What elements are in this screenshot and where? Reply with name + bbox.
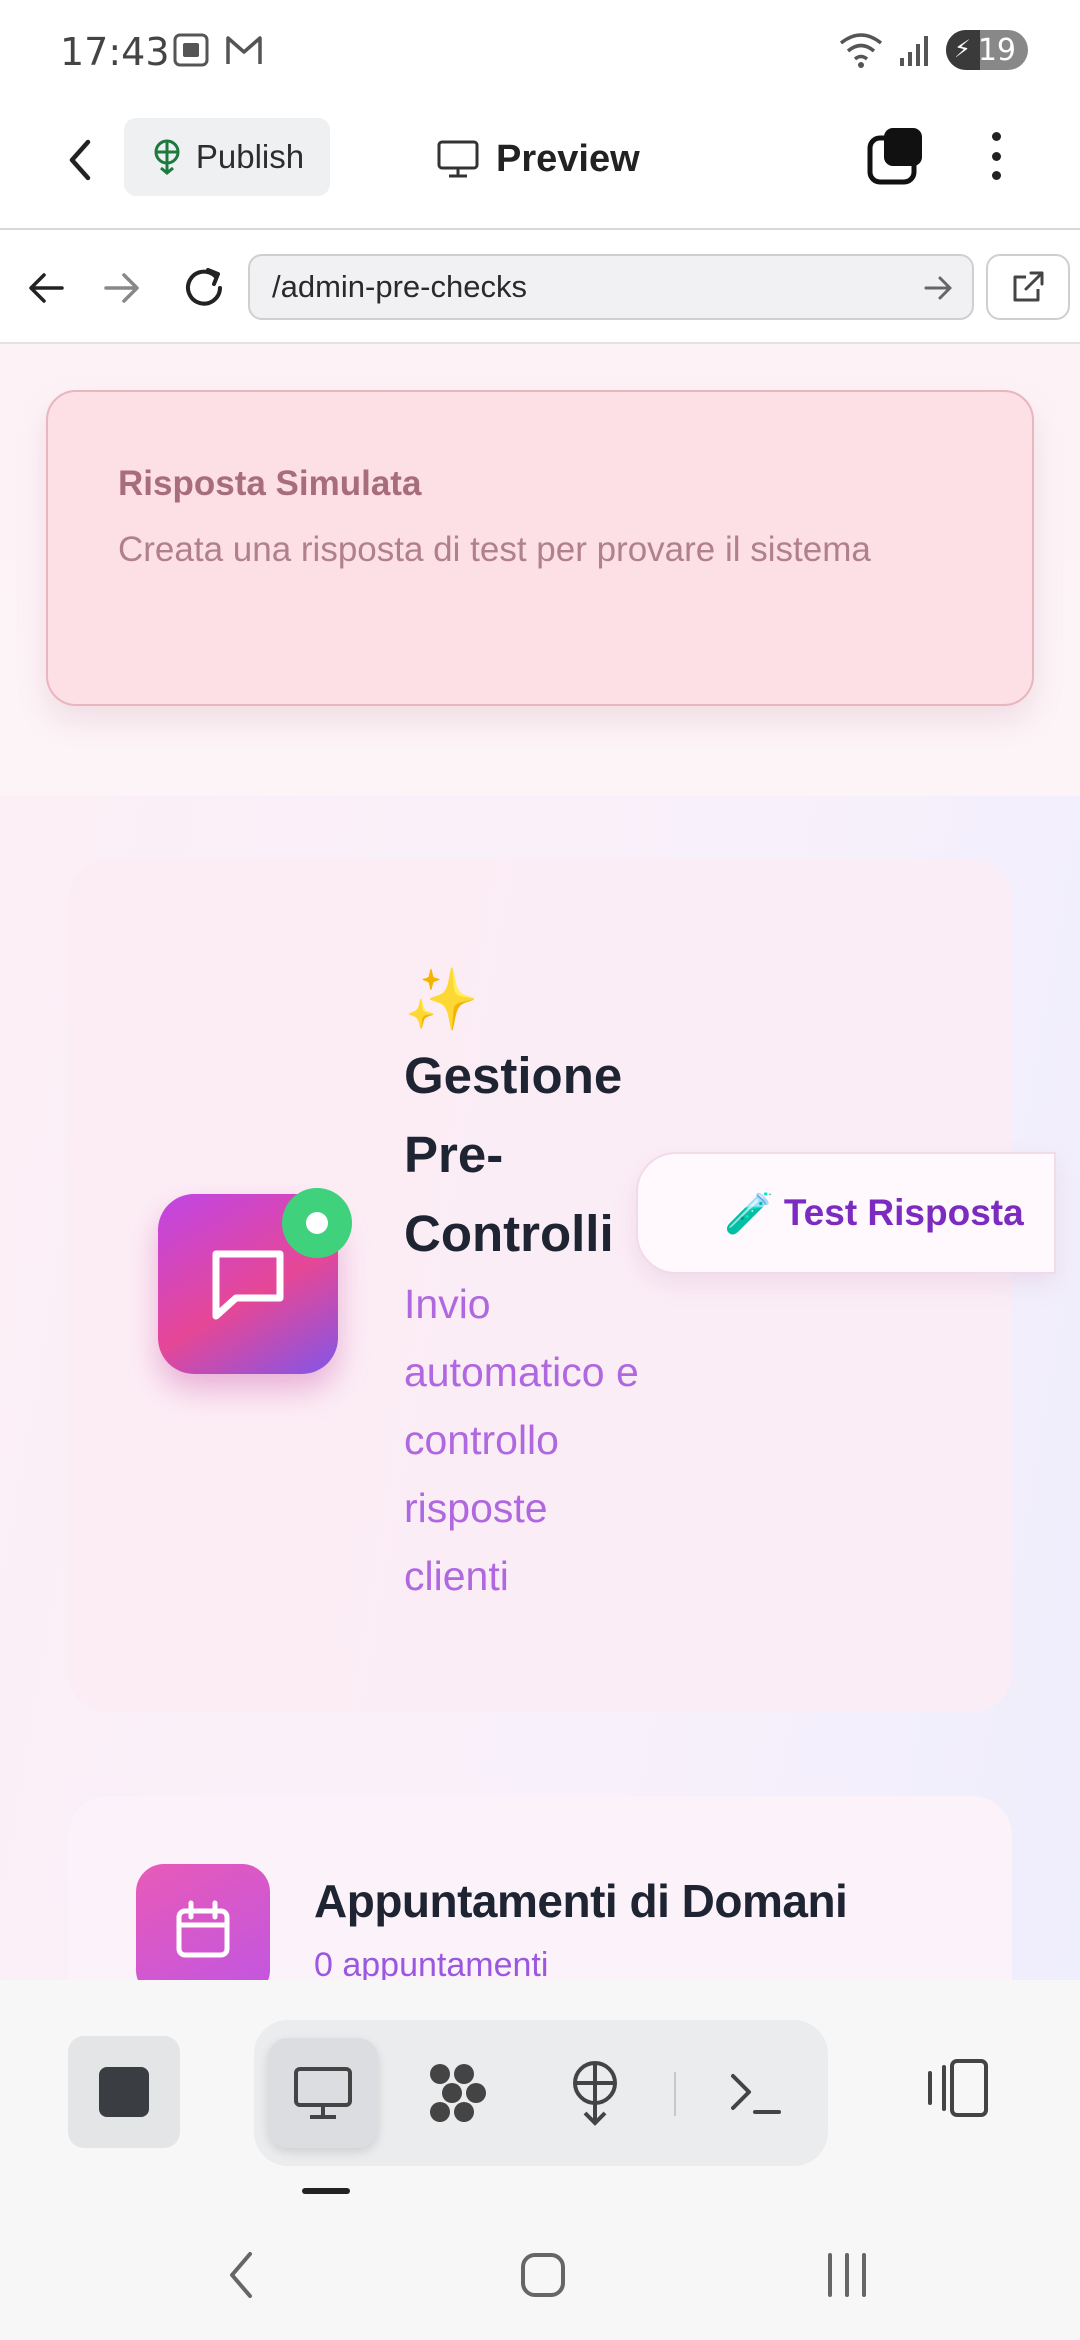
- hero-card: ✨ Gestione Pre-Controlli Invio automatic…: [68, 860, 1056, 1712]
- system-back-button[interactable]: [206, 2240, 276, 2310]
- sparkles-icon: ✨: [404, 966, 479, 1033]
- tool-preview[interactable]: [268, 2038, 378, 2148]
- app-header: Publish Preview: [0, 100, 1080, 230]
- reload-icon: [186, 268, 222, 306]
- chevron-left-icon: [69, 139, 91, 181]
- status-time: 17:43: [60, 30, 170, 74]
- tool-console[interactable]: [700, 2038, 810, 2148]
- device-switch-button[interactable]: [922, 2048, 992, 2128]
- test-tube-icon: 🧪: [724, 1191, 774, 1236]
- appointments-count: 0 appuntamenti: [314, 1946, 549, 1980]
- screenshot-icon: [173, 33, 209, 67]
- bottom-toolbar: [0, 1980, 1080, 2200]
- tool-group: [254, 2020, 828, 2166]
- nodes-icon: [430, 2064, 486, 2122]
- publish-label: Publish: [195, 138, 305, 175]
- battery-level: 19: [977, 32, 1016, 68]
- battery-icon: ⚡ 19: [946, 30, 1028, 70]
- test-response-label: Test Risposta: [783, 1192, 1024, 1233]
- toast-notification[interactable]: Risposta Simulata Creata una risposta di…: [46, 390, 1034, 706]
- calendar-icon: [176, 1900, 230, 1958]
- reload-button[interactable]: [176, 260, 232, 316]
- stop-icon: [99, 2067, 149, 2117]
- message-square-icon: [212, 1250, 284, 1320]
- arrow-right-icon: [104, 273, 139, 303]
- browser-back-button[interactable]: [18, 260, 74, 316]
- home-square-icon: [521, 2253, 565, 2297]
- arrow-left-icon: [29, 273, 64, 303]
- online-indicator-center: [306, 1212, 328, 1234]
- url-field[interactable]: /admin-pre-checks: [248, 254, 974, 320]
- calendar-icon-tile: [136, 1864, 270, 1980]
- tabs-icon: [867, 128, 922, 185]
- tool-workflows[interactable]: [404, 2038, 514, 2148]
- toast-title: Risposta Simulata: [118, 464, 422, 503]
- kebab-dot: [991, 171, 1001, 180]
- preview-title: Preview: [436, 122, 640, 196]
- active-tab-indicator: [302, 2188, 350, 2194]
- wifi-icon: [839, 33, 883, 68]
- tool-deploy[interactable]: [540, 2038, 650, 2148]
- system-nav-bar: [0, 2200, 1080, 2340]
- toolbar-separator: [674, 2072, 676, 2116]
- terminal-icon: [731, 2074, 781, 2114]
- signal-icon: [900, 36, 928, 66]
- hero-title: Gestione Pre-Controlli: [404, 1047, 623, 1262]
- system-home-button[interactable]: [508, 2240, 578, 2310]
- more-options-button[interactable]: [976, 126, 1016, 186]
- kebab-dot: [991, 151, 1001, 161]
- status-bar: 17:43 ⚡ 19: [0, 0, 1080, 100]
- go-arrow-icon[interactable]: [918, 268, 958, 308]
- charging-bolt-icon: ⚡: [954, 35, 971, 63]
- hero-section: ✨ Gestione Pre-Controlli Invio automatic…: [0, 796, 1080, 1980]
- kebab-dot: [991, 132, 1001, 141]
- appointments-title: Appuntamenti di Domani: [314, 1875, 848, 1927]
- publish-icon: [154, 139, 180, 175]
- appointments-card[interactable]: Appuntamenti di Domani 0 appuntamenti: [68, 1796, 1012, 1980]
- url-text: /admin-pre-checks: [272, 269, 527, 304]
- publish-icon: [573, 2061, 617, 2126]
- back-button[interactable]: [50, 130, 110, 190]
- browser-forward-button[interactable]: [94, 260, 150, 316]
- device-toggle-icon: [928, 2059, 988, 2117]
- online-indicator: [282, 1188, 352, 1258]
- preview-content: Risposta Simulata Creata una risposta di…: [0, 344, 1080, 1980]
- open-external-button[interactable]: [986, 254, 1070, 320]
- status-right: ⚡ 19: [838, 30, 1028, 70]
- toast-description: Creata una risposta di test per provare …: [118, 530, 871, 569]
- system-recents-button[interactable]: [812, 2240, 882, 2310]
- external-link-icon: [1013, 271, 1044, 302]
- browser-bar: /admin-pre-checks: [0, 232, 1080, 344]
- gmail-icon: [226, 36, 262, 64]
- test-response-button[interactable]: 🧪 Test Risposta: [636, 1152, 1056, 1274]
- hero-subtitle: Invio automatico e controllo risposte cl…: [404, 1281, 639, 1599]
- monitor-icon: [294, 2067, 352, 2119]
- chevron-left-icon: [230, 2252, 252, 2298]
- notification-icons: [172, 32, 264, 68]
- stop-button[interactable]: [68, 2036, 180, 2148]
- publish-button[interactable]: Publish: [124, 118, 330, 196]
- tabs-button[interactable]: [866, 126, 926, 186]
- recents-icon: [828, 2253, 866, 2297]
- preview-label: Preview: [496, 137, 640, 180]
- monitor-icon: [437, 140, 479, 178]
